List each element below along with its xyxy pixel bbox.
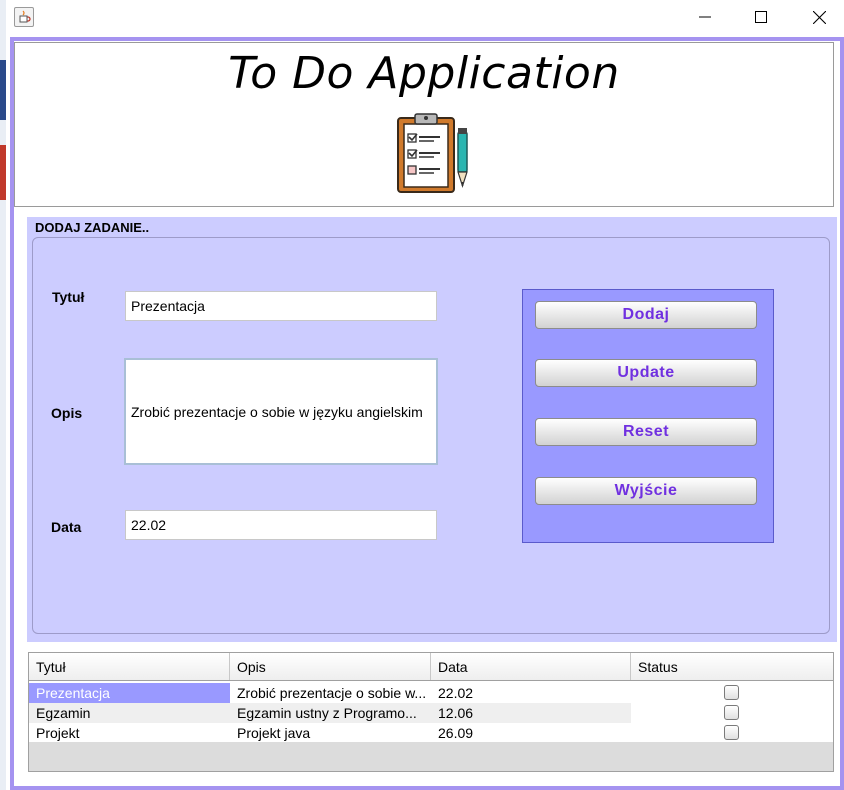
- table-row[interactable]: Egzamin Egzamin ustny z Programo... 12.0…: [29, 703, 833, 723]
- close-button[interactable]: [796, 0, 842, 34]
- table-row[interactable]: Prezentacja Zrobić prezentacje o sobie w…: [29, 683, 833, 703]
- java-app-icon: [14, 7, 34, 27]
- background-block: [0, 145, 6, 200]
- cell-description[interactable]: Projekt java: [230, 723, 431, 743]
- cell-description[interactable]: Zrobić prezentacje o sobie w...: [230, 683, 431, 703]
- cell-title[interactable]: Egzamin: [29, 703, 230, 723]
- app-title: To Do Application: [228, 48, 620, 99]
- minimize-icon: [699, 16, 711, 18]
- cell-title[interactable]: Projekt: [29, 723, 230, 743]
- minimize-button[interactable]: [682, 0, 728, 34]
- cell-date[interactable]: 26.09: [431, 723, 631, 743]
- cell-date[interactable]: 12.06: [431, 703, 631, 723]
- maximize-button[interactable]: [738, 0, 784, 34]
- table-body: Prezentacja Zrobić prezentacje o sobie w…: [29, 681, 833, 742]
- background-window-strip: [0, 0, 6, 790]
- column-header-date[interactable]: Data: [431, 653, 631, 680]
- description-label: Opis: [51, 405, 83, 421]
- section-title: DODAJ ZADANIE..: [35, 220, 150, 235]
- status-checkbox[interactable]: [724, 705, 739, 720]
- background-block: [0, 60, 6, 120]
- clipboard-checklist-icon: [396, 112, 472, 194]
- column-header-title[interactable]: Tytuł: [29, 653, 230, 680]
- title-label: Tytuł: [52, 289, 85, 305]
- column-header-status[interactable]: Status: [631, 653, 833, 680]
- table-row[interactable]: Projekt Projekt java 26.09: [29, 723, 833, 743]
- exit-button[interactable]: Wyjście: [535, 477, 757, 505]
- reset-button[interactable]: Reset: [535, 418, 757, 446]
- table-header: Tytuł Opis Data Status: [29, 653, 833, 681]
- column-header-description[interactable]: Opis: [230, 653, 431, 680]
- add-button[interactable]: Dodaj: [535, 301, 757, 329]
- date-input[interactable]: 22.02: [125, 510, 437, 540]
- close-icon: [812, 10, 826, 24]
- date-label: Data: [51, 519, 82, 535]
- cell-date[interactable]: 22.02: [431, 683, 631, 703]
- description-textarea[interactable]: Zrobić prezentacje o sobie w języku angi…: [124, 358, 438, 465]
- cell-title[interactable]: Prezentacja: [29, 683, 230, 703]
- maximize-icon: [755, 11, 767, 23]
- title-input[interactable]: Prezentacja: [125, 291, 437, 321]
- cell-description[interactable]: Egzamin ustny z Programo...: [230, 703, 431, 723]
- status-checkbox[interactable]: [724, 685, 739, 700]
- status-checkbox[interactable]: [724, 725, 739, 740]
- update-button[interactable]: Update: [535, 359, 757, 387]
